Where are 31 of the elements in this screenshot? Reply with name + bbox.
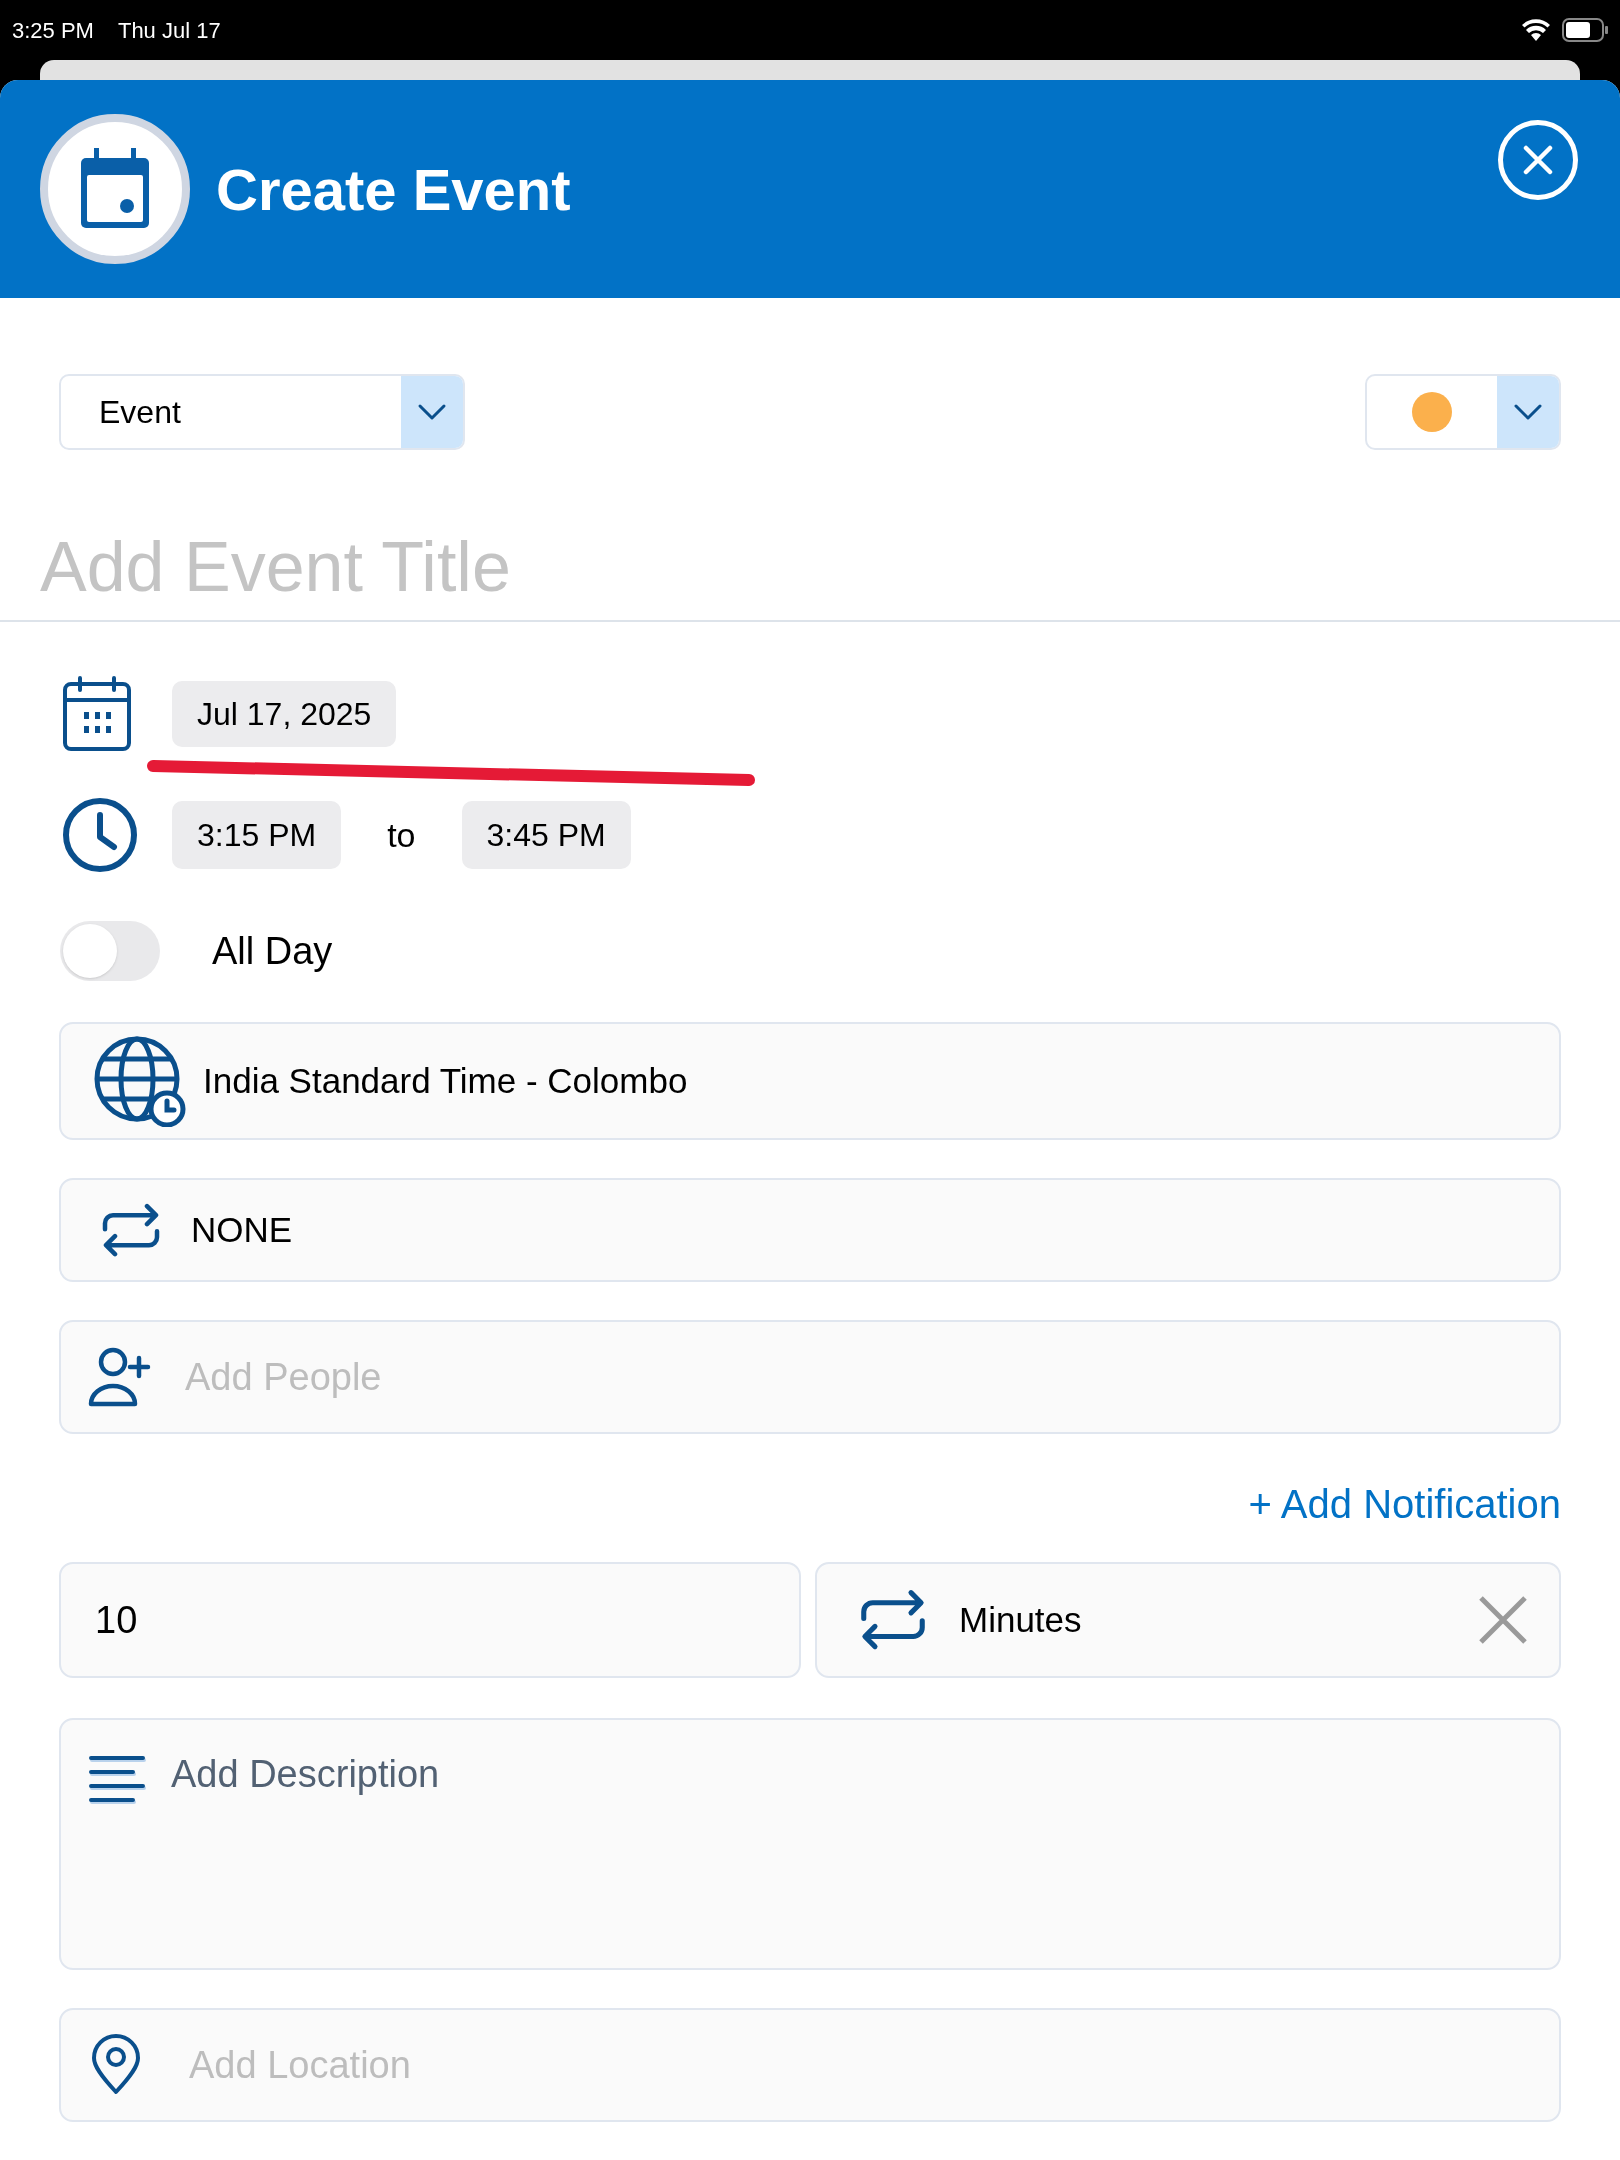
status-time: 3:25 PM [12, 16, 94, 45]
clock-icon [62, 797, 138, 873]
end-time-button[interactable]: 3:45 PM [461, 801, 631, 869]
notification-unit-field[interactable]: Minutes [815, 1562, 1561, 1678]
add-notification-link[interactable]: + Add Notification [1248, 1474, 1561, 1534]
add-people-field[interactable]: Add People [59, 1320, 1561, 1434]
wifi-icon [1522, 19, 1550, 41]
color-dropdown[interactable] [1365, 374, 1561, 450]
start-time-button[interactable]: 3:15 PM [172, 801, 342, 869]
time-separator: to [387, 814, 416, 856]
close-icon [1478, 1595, 1528, 1645]
status-date: Thu Jul 17 [117, 16, 221, 45]
calendar-icon [62, 676, 132, 752]
all-day-label: All Day [212, 928, 333, 974]
remove-notification-button[interactable] [1477, 1594, 1529, 1646]
battery-icon [1562, 18, 1608, 42]
close-icon [1523, 145, 1553, 175]
location-field[interactable]: Add Location [59, 2008, 1561, 2122]
text-lines-icon [87, 1754, 147, 1806]
notification-amount-field[interactable]: 10 [59, 1562, 801, 1678]
type-dropdown[interactable]: Event [59, 374, 465, 450]
close-button[interactable] [1498, 120, 1578, 200]
chevron-down-icon [1513, 403, 1543, 421]
timezone-field[interactable]: India Standard Time - Colombo [59, 1022, 1561, 1140]
repeat-field[interactable]: NONE [59, 1178, 1561, 1282]
description-field[interactable]: Add Description [59, 1718, 1561, 1970]
add-person-icon [87, 1346, 151, 1408]
location-pin-icon [91, 2034, 141, 2096]
dialog-title: Create Event [216, 155, 571, 224]
date-button[interactable]: Jul 17, 2025 [172, 681, 397, 747]
chevron-down-icon [417, 403, 447, 421]
